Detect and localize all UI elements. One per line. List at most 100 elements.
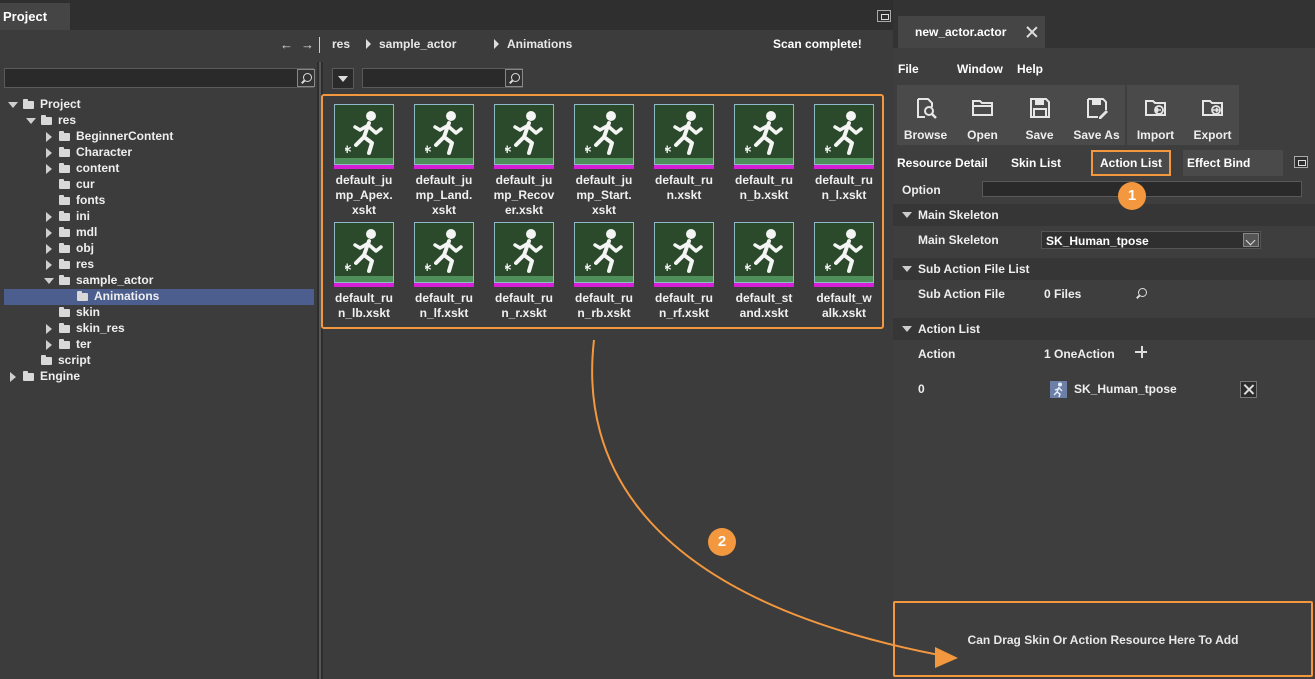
chevron-down-icon[interactable] xyxy=(26,118,36,124)
asset-thumbnail: * xyxy=(814,222,874,287)
chevron-right-icon[interactable] xyxy=(46,212,52,222)
collapse-arrow-icon xyxy=(902,326,912,332)
asset-tile[interactable]: * default_ru n_lb.xskt xyxy=(324,214,404,324)
chevron-right-icon[interactable] xyxy=(46,324,52,334)
tree-item-label: content xyxy=(76,161,120,175)
add-action-plus-icon[interactable] xyxy=(1133,344,1151,361)
svg-text:*: * xyxy=(345,142,352,157)
tree-item[interactable]: cur xyxy=(4,177,314,193)
section-sub-action-file-list[interactable]: Sub Action File List xyxy=(893,258,1315,280)
search-icon[interactable] xyxy=(505,69,523,87)
tree-search-input[interactable] xyxy=(4,68,314,88)
asset-tile[interactable]: * default_ru n_rb.xskt xyxy=(564,214,644,324)
tree-item[interactable]: Animations xyxy=(4,289,314,305)
tree-item[interactable]: res xyxy=(4,113,314,129)
tab-skin-list[interactable]: Skin List xyxy=(1011,150,1073,176)
asset-tile[interactable]: * default_ju mp_Start. xskt xyxy=(564,96,644,217)
breadcrumb-animations[interactable]: Animations xyxy=(507,37,572,51)
asset-tile[interactable]: * default_ju mp_Land. xskt xyxy=(404,96,484,217)
chevron-right-icon[interactable] xyxy=(46,260,52,270)
chevron-right-icon[interactable] xyxy=(10,372,16,382)
import-button[interactable]: Import xyxy=(1127,85,1184,145)
project-tab[interactable]: Project xyxy=(0,3,70,30)
tree-item[interactable]: obj xyxy=(4,241,314,257)
back-arrow-icon[interactable]: ← xyxy=(280,37,293,52)
chevron-right-icon[interactable] xyxy=(46,148,52,158)
open-button[interactable]: Open xyxy=(954,85,1011,145)
asset-type-stripe xyxy=(734,283,794,287)
section-title: Main Skeleton xyxy=(918,208,999,222)
dock-pin-icon[interactable] xyxy=(877,10,891,22)
tree-item[interactable]: fonts xyxy=(4,193,314,209)
actor-file-tab[interactable]: new_actor.actor xyxy=(898,16,1045,48)
collapse-arrow-icon xyxy=(902,212,912,218)
close-icon[interactable] xyxy=(1026,26,1038,38)
tab-action-list[interactable]: Action List xyxy=(1091,150,1171,176)
ground-strip xyxy=(575,158,633,164)
chevron-right-icon[interactable] xyxy=(46,164,52,174)
chevron-right-icon[interactable] xyxy=(46,132,52,142)
menu-window[interactable]: Window xyxy=(957,62,1003,76)
main-skeleton-select[interactable]: SK_Human_tpose xyxy=(1041,231,1261,249)
ground-strip xyxy=(495,276,553,282)
breadcrumb-sample-actor[interactable]: sample_actor xyxy=(379,37,456,51)
asset-tile[interactable]: * default_ju mp_Apex. xskt xyxy=(324,96,404,217)
ground-strip xyxy=(655,276,713,282)
forward-arrow-icon[interactable]: → xyxy=(301,37,314,52)
tree-item[interactable]: ini xyxy=(4,209,314,225)
asset-tile[interactable]: * default_ru n.xskt xyxy=(644,96,724,206)
tree-item[interactable]: BeginnerContent xyxy=(4,129,314,145)
section-main-skeleton[interactable]: Main Skeleton xyxy=(893,204,1315,226)
remove-action-close-icon[interactable] xyxy=(1240,381,1257,398)
filter-dropdown[interactable] xyxy=(332,68,354,89)
tree-item[interactable]: Engine xyxy=(4,369,314,385)
asset-type-stripe xyxy=(414,165,474,169)
asset-tile[interactable]: * default_ju mp_Recov er.xskt xyxy=(484,96,564,217)
chevron-down-icon[interactable] xyxy=(8,102,18,108)
dock-pin-icon[interactable] xyxy=(1294,156,1308,168)
chevron-right-icon[interactable] xyxy=(46,244,52,254)
asset-tile[interactable]: * default_w alk.xskt xyxy=(804,214,884,324)
drop-zone[interactable]: Can Drag Skin Or Action Resource Here To… xyxy=(893,601,1313,677)
menu-help[interactable]: Help xyxy=(1017,62,1043,76)
chevron-down-icon[interactable] xyxy=(1243,233,1259,247)
animation-runner-icon: * xyxy=(745,229,783,275)
tree-item[interactable]: content xyxy=(4,161,314,177)
asset-tile[interactable]: * default_ru n_rf.xskt xyxy=(644,214,724,324)
editor-tabbar: new_actor.actor xyxy=(893,0,1315,48)
tab-effect-bind[interactable]: Effect Bind xyxy=(1183,150,1283,176)
asset-tile[interactable]: * default_ru n_r.xskt xyxy=(484,214,564,324)
save-button[interactable]: Save xyxy=(1011,85,1068,145)
tree-item[interactable]: mdl xyxy=(4,225,314,241)
tree-item[interactable]: sample_actor xyxy=(4,273,314,289)
asset-tile[interactable]: * default_ru n_l.xskt xyxy=(804,96,884,206)
tree-item[interactable]: res xyxy=(4,257,314,273)
menu-file[interactable]: File xyxy=(898,62,919,76)
tree-item[interactable]: script xyxy=(4,353,314,369)
chevron-right-icon[interactable] xyxy=(46,340,52,350)
tree-item[interactable]: Character xyxy=(4,145,314,161)
asset-tile[interactable]: * default_ru n_b.xskt xyxy=(724,96,804,206)
asset-label: default_ru n_lf.xskt xyxy=(414,291,473,320)
search-icon[interactable] xyxy=(297,69,315,87)
search-icon[interactable] xyxy=(1133,285,1150,302)
save-as-button[interactable]: Save As xyxy=(1068,85,1125,145)
chevron-down-icon[interactable] xyxy=(44,278,54,284)
asset-tile[interactable]: * default_ru n_lf.xskt xyxy=(404,214,484,324)
animation-runner-icon: * xyxy=(425,229,463,275)
browse-button[interactable]: Browse xyxy=(897,85,954,145)
tab-resource-detail[interactable]: Resource Detail xyxy=(897,150,993,176)
ground-strip xyxy=(335,158,393,164)
tree-item[interactable]: skin xyxy=(4,305,314,321)
action-count: 1 OneAction xyxy=(1044,347,1115,361)
chevron-right-icon[interactable] xyxy=(46,228,52,238)
tree-item[interactable]: skin_res xyxy=(4,321,314,337)
tree-item-label: Engine xyxy=(40,369,81,383)
tree-item[interactable]: Project xyxy=(4,97,314,113)
asset-tile[interactable]: * default_st and.xskt xyxy=(724,214,804,324)
export-button[interactable]: Export xyxy=(1184,85,1241,145)
section-action-list[interactable]: Action List xyxy=(893,318,1315,340)
tree-item[interactable]: ter xyxy=(4,337,314,353)
asset-search-input[interactable] xyxy=(362,68,523,88)
breadcrumb-res[interactable]: res xyxy=(332,37,350,51)
